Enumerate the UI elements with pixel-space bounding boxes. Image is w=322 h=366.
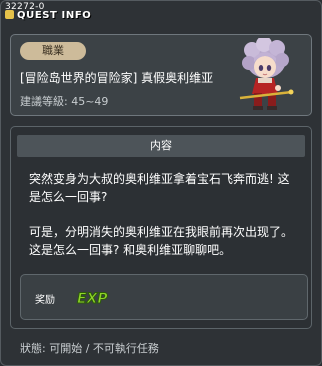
reward-box: 奖励 EXP <box>20 274 308 320</box>
quest-content-panel: 内容 突然变身为大叔的奥利维亚拿着宝石飞奔而逃! 这是怎么一回事? 可是，分明消… <box>10 126 312 329</box>
content-header: 内容 <box>17 135 305 157</box>
window-title-text: QUEST INFO <box>17 10 92 21</box>
description-paragraph-1: 突然变身为大叔的奥利维亚拿着宝石飞奔而逃! 这是怎么一回事? <box>29 172 290 204</box>
description-paragraph-2: 可是，分明消失的奥利维亚在我眼前再次出现了。这是怎么一回事? 和奥利维亚聊聊吧。 <box>29 225 294 257</box>
quest-name: [冒险岛世界的冒险家] 真假奥利维亚 <box>20 71 214 85</box>
reward-label: 奖励 <box>35 295 55 306</box>
exp-icon: EXP <box>77 291 109 308</box>
recommended-level: 建議等級: 45~49 <box>20 95 109 108</box>
exp-icon-text: EXP <box>77 291 108 307</box>
window-title: QUEST INFO <box>5 10 91 21</box>
npc-olivia-portrait <box>239 38 294 110</box>
job-badge: 職業 <box>20 42 86 60</box>
quest-icon <box>5 10 14 19</box>
quest-status: 狀態: 可開始 / 不可執行任務 <box>20 342 159 355</box>
quest-info-window: 32272-0 QUEST INFO 職業 [冒险岛世界的冒险家] 真假奥利维亚… <box>0 0 322 366</box>
